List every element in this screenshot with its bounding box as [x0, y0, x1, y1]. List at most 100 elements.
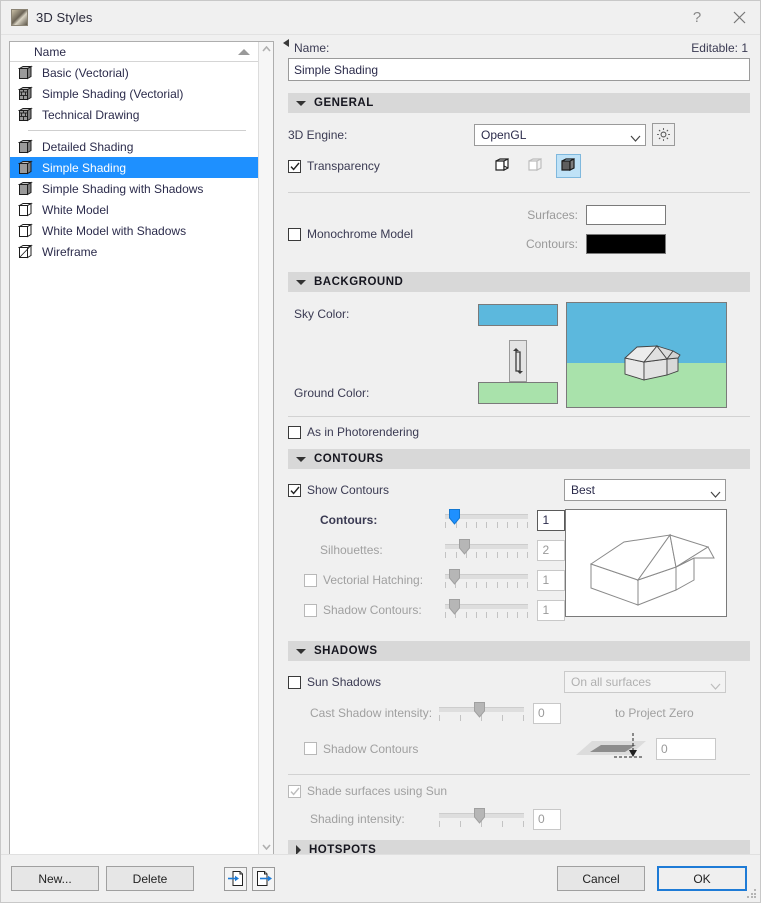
project-zero-diagram	[564, 733, 648, 764]
slider-thumb[interactable]	[449, 509, 461, 525]
help-icon: ?	[692, 9, 702, 26]
style-hatch-icon	[17, 86, 33, 101]
style-solid-icon	[17, 160, 35, 175]
contour-value[interactable]: 1	[537, 509, 565, 531]
divider	[288, 416, 750, 417]
surfaces-color-swatch[interactable]	[586, 205, 666, 225]
contour-value[interactable]: 2	[537, 539, 565, 561]
section-contours-header[interactable]: CONTOURS	[288, 449, 750, 469]
checkbox-box	[288, 425, 301, 439]
list-item[interactable]: Wireframe	[10, 241, 258, 262]
scroll-down-icon[interactable]	[261, 844, 271, 850]
photorendering-checkbox[interactable]: As in Photorendering	[288, 425, 750, 439]
cancel-button[interactable]: Cancel	[557, 866, 645, 891]
contour-slider[interactable]	[445, 539, 529, 561]
style-name-input[interactable]	[288, 58, 750, 81]
section-background-header[interactable]: BACKGROUND	[288, 272, 750, 292]
shadow-contours-checkbox[interactable]: Shadow Contours	[288, 742, 564, 756]
shading-intensity-value[interactable]: 0	[533, 808, 561, 830]
swap-colors-button[interactable]	[509, 340, 527, 382]
shadow-surfaces-value: On all surfaces	[571, 675, 652, 689]
sun-shadows-checkbox[interactable]: Sun Shadows	[288, 675, 564, 689]
contour-value[interactable]: 1	[537, 599, 565, 621]
contour-slider[interactable]	[445, 569, 529, 591]
contour-row-checkbox[interactable]: Vectorial Hatching:	[288, 573, 445, 587]
list-separator	[28, 130, 246, 131]
styles-list-rows[interactable]: Basic (Vectorial) Simple Shading (Vectori…	[10, 62, 258, 854]
archicad-logo-icon	[11, 9, 28, 26]
checkmark-icon	[289, 162, 300, 170]
export-button[interactable]	[252, 866, 275, 891]
transparency-off-button[interactable]	[490, 154, 515, 178]
list-item[interactable]: Technical Drawing	[10, 104, 258, 125]
sky-color-swatch[interactable]	[478, 304, 558, 326]
style-white-icon	[17, 223, 35, 238]
cast-shadow-slider[interactable]	[439, 702, 524, 724]
list-item-selected[interactable]: Simple Shading	[10, 157, 258, 178]
contours-quality-select[interactable]: Best	[564, 479, 726, 501]
delete-button[interactable]: Delete	[106, 866, 194, 891]
sort-ascending-icon[interactable]	[238, 49, 250, 55]
transparency-partial-button[interactable]	[523, 154, 548, 178]
contour-slider[interactable]	[445, 599, 529, 621]
import-button[interactable]	[224, 866, 247, 891]
contour-row-label: Silhouettes:	[320, 543, 383, 557]
style-solid-icon	[17, 181, 33, 196]
scroll-up-icon[interactable]	[261, 46, 271, 52]
photorendering-label: As in Photorendering	[307, 425, 420, 439]
close-button[interactable]	[718, 1, 760, 34]
slider-thumb[interactable]	[449, 569, 461, 585]
new-button[interactable]: New...	[11, 866, 99, 891]
cast-shadow-value[interactable]: 0	[533, 702, 561, 724]
shadow-contours-label: Shadow Contours	[323, 741, 419, 756]
chevron-down-icon	[296, 100, 306, 106]
shade-surfaces-checkbox[interactable]: Shade surfaces using Sun	[288, 784, 750, 798]
list-item[interactable]: Basic (Vectorial)	[10, 62, 258, 83]
list-item-label: White Model	[42, 202, 109, 217]
resize-grip[interactable]	[747, 889, 757, 899]
contour-value[interactable]: 1	[537, 569, 565, 591]
contour-slider[interactable]	[445, 509, 529, 531]
cast-shadow-label: Cast Shadow intensity:	[310, 706, 433, 720]
contours-quality-value: Best	[571, 483, 596, 497]
pane-collapse-handle[interactable]	[282, 37, 290, 47]
shading-intensity-slider[interactable]	[439, 808, 524, 830]
shadow-surfaces-select[interactable]: On all surfaces	[564, 671, 726, 693]
ground-color-swatch[interactable]	[478, 382, 558, 404]
list-item[interactable]: Simple Shading with Shadows	[10, 178, 258, 199]
section-general-header[interactable]: GENERAL	[288, 93, 750, 113]
chevron-down-icon	[630, 131, 641, 142]
contour-row-checkbox[interactable]: Shadow Contours:	[288, 603, 445, 617]
contours-color-swatch[interactable]	[586, 234, 666, 254]
monochrome-checkbox[interactable]: Monochrome Model	[288, 227, 508, 241]
list-item[interactable]: White Model with Shadows	[10, 220, 258, 241]
slider-thumb[interactable]	[459, 539, 471, 555]
style-hatch-icon	[17, 107, 33, 122]
contours-preview	[565, 509, 727, 617]
slider-thumb[interactable]	[474, 808, 485, 824]
list-item[interactable]: Detailed Shading	[10, 136, 258, 157]
list-item-label: Detailed Shading	[42, 139, 134, 154]
show-contours-label: Show Contours	[307, 483, 390, 497]
transparency-full-button[interactable]	[556, 154, 581, 178]
engine-settings-button[interactable]	[652, 123, 675, 146]
list-item-label: White Model with Shadows	[42, 223, 187, 238]
list-column-header[interactable]: Name	[10, 42, 258, 62]
list-item[interactable]: White Model	[10, 199, 258, 220]
styles-list[interactable]: Name Basic (Vectorial) Simple Shading (Ve…	[9, 41, 274, 855]
help-button[interactable]: ?	[676, 1, 718, 34]
slider-thumb[interactable]	[474, 702, 485, 718]
slider-thumb[interactable]	[449, 599, 461, 615]
chevron-down-icon	[710, 679, 721, 690]
ok-button[interactable]: OK	[657, 866, 747, 891]
show-contours-checkbox[interactable]: Show Contours	[288, 483, 564, 497]
chevron-down-icon	[296, 279, 306, 285]
section-shadows-header[interactable]: SHADOWS	[288, 641, 750, 661]
contour-row: Shadow Contours: 1	[288, 599, 565, 621]
transparency-checkbox[interactable]: Transparency	[288, 159, 474, 173]
list-item[interactable]: Simple Shading (Vectorial)	[10, 83, 258, 104]
engine-select[interactable]: OpenGL	[474, 123, 646, 146]
checkbox-box	[304, 603, 317, 617]
project-zero-value[interactable]: 0	[656, 737, 716, 760]
list-scrollbar[interactable]	[258, 42, 273, 854]
